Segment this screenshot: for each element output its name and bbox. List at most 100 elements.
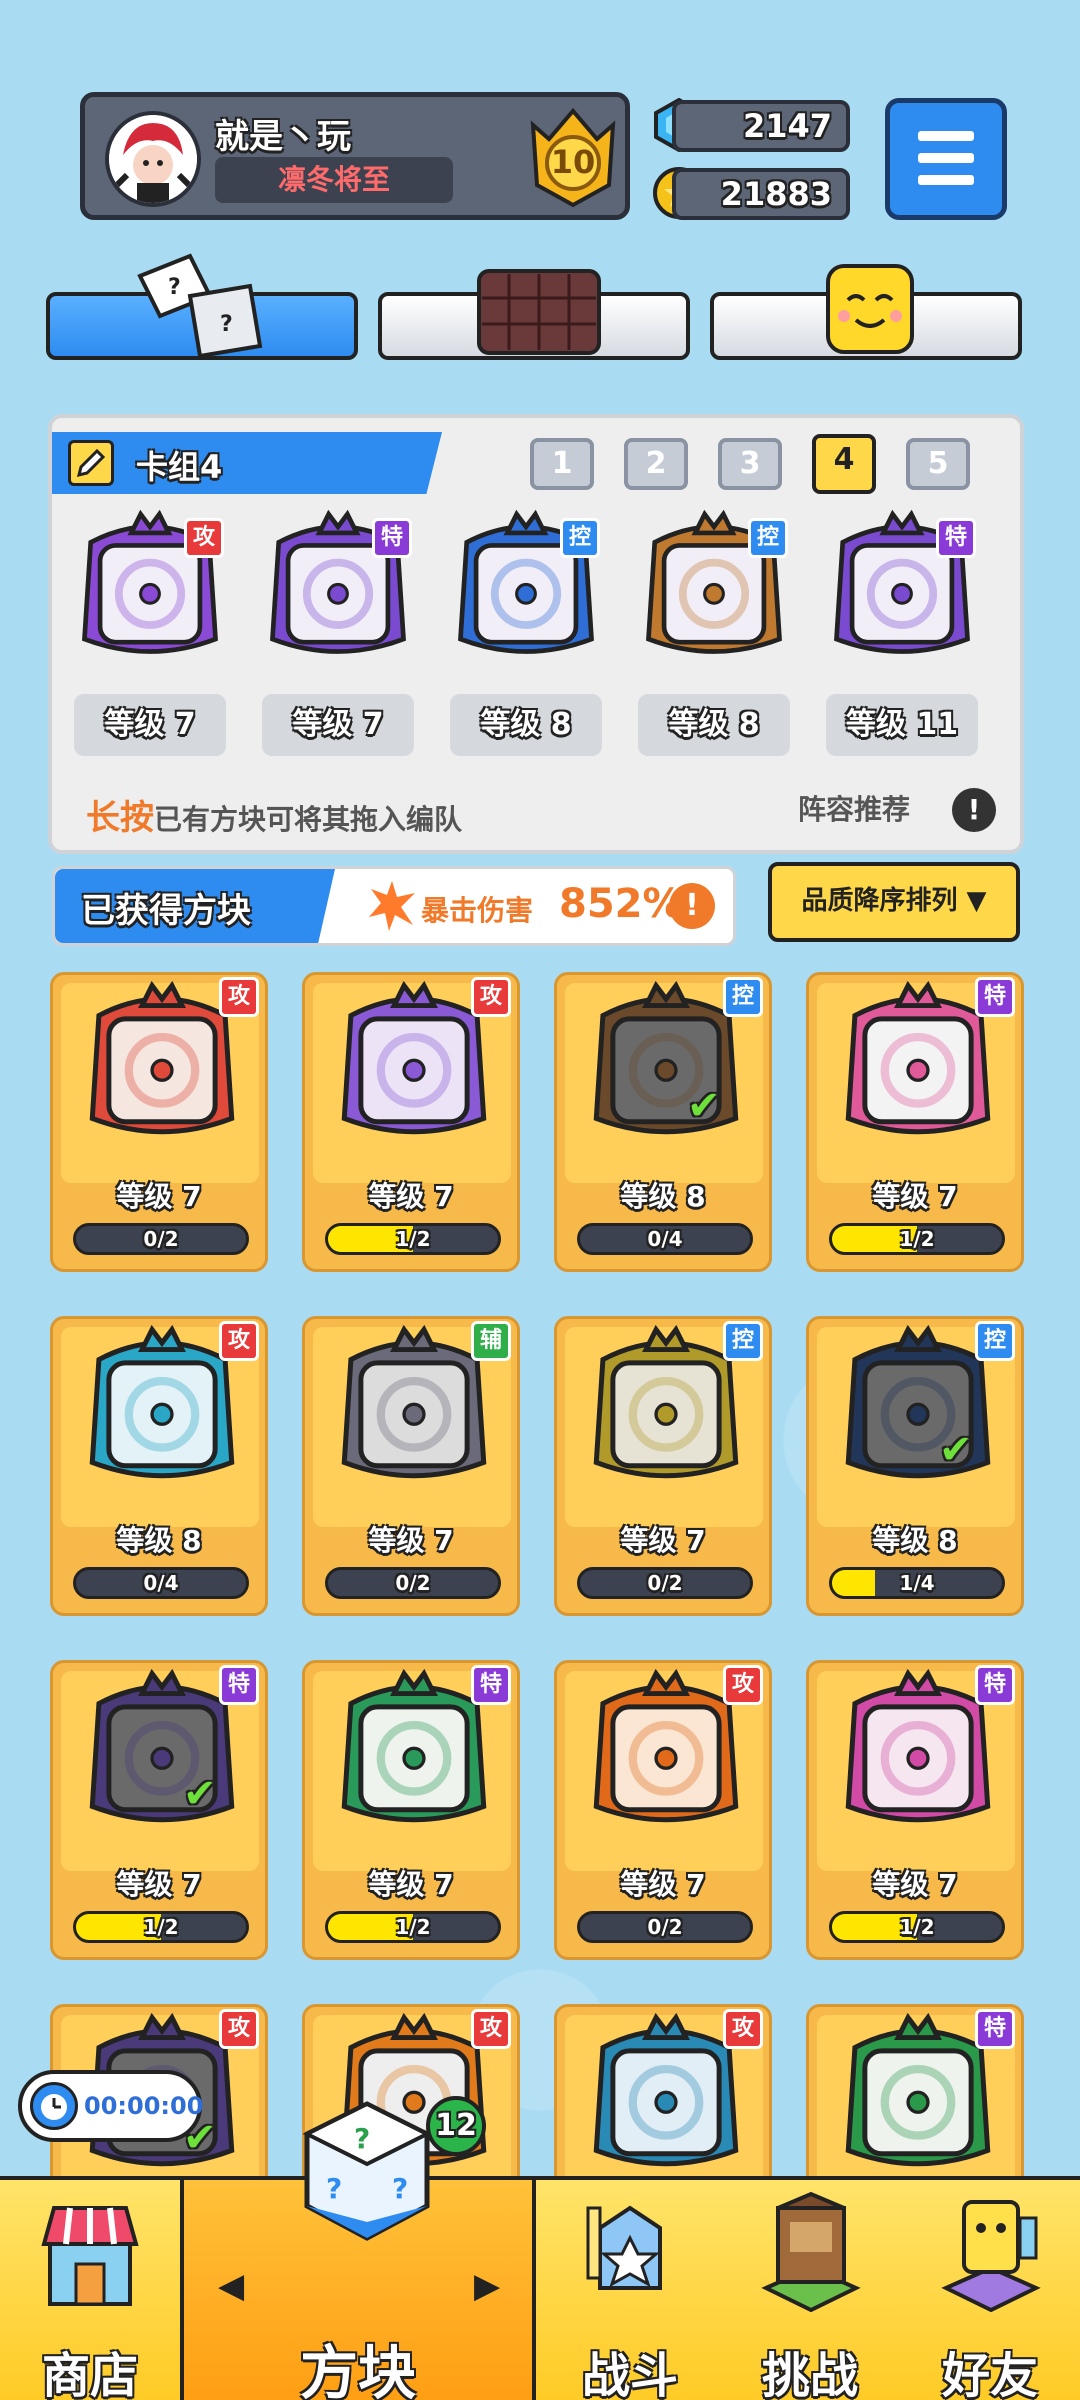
- owned-card-level: 等级 7: [368, 1868, 454, 1901]
- card-type-tag: 特: [372, 518, 412, 558]
- owned-card-level: 等级 8: [872, 1524, 958, 1557]
- timer-bubble[interactable]: 00:00:00: [18, 2070, 203, 2142]
- owned-card-level: 等级 7: [620, 1868, 706, 1901]
- owned-card-level: 等级 7: [116, 1180, 202, 1213]
- deck-card[interactable]: 控: [636, 508, 792, 664]
- in-deck-check-icon: ✔: [687, 1083, 721, 1129]
- info-icon: !: [952, 788, 996, 832]
- deck-card[interactable]: 特: [824, 508, 980, 664]
- deck-number-5[interactable]: 5: [906, 438, 970, 490]
- owned-card[interactable]: 特等级 7 1/2: [806, 972, 1024, 1272]
- battle-icon: [580, 2188, 680, 2308]
- stopwatch-icon: [30, 2082, 78, 2130]
- owned-card[interactable]: 攻等级 7 0/2: [50, 972, 268, 1272]
- nav-shop[interactable]: 商店: [0, 2180, 180, 2400]
- upgrade-progress-bar: 1/2: [325, 1223, 501, 1255]
- shop-icon: [40, 2194, 140, 2314]
- deck-card[interactable]: 特: [260, 508, 416, 664]
- deck-card-level: 等级 7: [74, 694, 226, 756]
- deck-card-level: 等级 7: [262, 694, 414, 756]
- deck-number-2[interactable]: 2: [624, 438, 688, 490]
- nav-friends-label: 好友: [941, 2348, 1038, 2400]
- owned-title-bar: 已获得方块: [55, 869, 335, 943]
- upgrade-progress-bar: 0/2: [325, 1567, 501, 1599]
- owned-card[interactable]: 控 ✔ 等级 8 1/4: [806, 1316, 1024, 1616]
- upgrade-progress-text: 0/2: [647, 1915, 683, 1939]
- coin-counter: 21883: [672, 168, 850, 220]
- owned-card[interactable]: 辅等级 7 0/2: [302, 1316, 520, 1616]
- card-type-tag: 攻: [471, 977, 511, 1017]
- upgrade-progress-bar: 1/2: [829, 1223, 1005, 1255]
- card-type-tag: 特: [471, 1665, 511, 1705]
- card-type-tag: 特: [975, 1665, 1015, 1705]
- deck-title-bar: 卡组4: [52, 432, 442, 494]
- board-icon: [476, 268, 602, 356]
- card-type-tag: 攻: [219, 2009, 259, 2049]
- upgrade-progress-text: 1/2: [395, 1915, 431, 1939]
- upgrade-progress-text: 0/2: [143, 1227, 179, 1251]
- svg-text:?: ?: [354, 2122, 370, 2155]
- lineup-recommend-button[interactable]: 阵容推荐 !: [798, 788, 998, 838]
- nav-challenge[interactable]: 挑战: [720, 2180, 900, 2400]
- left-arrow-icon[interactable]: ◀: [218, 2266, 244, 2306]
- player-profile-panel[interactable]: 就是丶玩 凛冬将至 10: [80, 92, 630, 220]
- owned-title: 已获得方块: [81, 891, 251, 931]
- deck-number-1[interactable]: 1: [530, 438, 594, 490]
- owned-card-level: 等级 7: [116, 1868, 202, 1901]
- upgrade-progress-text: 1/2: [899, 1915, 935, 1939]
- upgrade-progress-text: 0/2: [395, 1571, 431, 1595]
- upgrade-progress-text: 1/2: [395, 1227, 431, 1251]
- upgrade-progress-text: 0/2: [647, 1571, 683, 1595]
- owned-card[interactable]: 特 ✔ 等级 7 1/2: [50, 1660, 268, 1960]
- menu-button[interactable]: [885, 98, 1007, 220]
- card-type-tag: 特: [975, 977, 1015, 1017]
- owned-card[interactable]: 特等级 7 1/2: [302, 1660, 520, 1960]
- rank-badge[interactable]: 10: [525, 105, 621, 209]
- avatar[interactable]: [105, 111, 201, 207]
- bottom-nav: 商店 ◀ ▶ 方块 战斗 挑战 好友: [0, 2176, 1080, 2400]
- mystery-box-icon[interactable]: ? ? ?: [292, 2096, 442, 2246]
- card-type-tag: 攻: [723, 1665, 763, 1705]
- nav-battle[interactable]: 战斗: [540, 2180, 720, 2400]
- drag-hint-text: 已有方块可将其拖入编队: [154, 803, 463, 836]
- upgrade-progress-text: 0/4: [143, 1571, 179, 1595]
- owned-card[interactable]: 特等级 7 1/2: [806, 1660, 1024, 1960]
- challenge-icon: [756, 2188, 866, 2313]
- deck-number-3[interactable]: 3: [718, 438, 782, 490]
- deck-number-4[interactable]: 4: [812, 434, 876, 494]
- upgrade-progress-bar: 0/4: [73, 1567, 249, 1599]
- upgrade-progress-bar: 1/2: [829, 1911, 1005, 1943]
- svg-text:?: ?: [392, 2172, 408, 2205]
- blocks-badge: 12: [426, 2096, 486, 2156]
- card-type-tag: 控: [975, 1321, 1015, 1361]
- card-type-tag: 攻: [471, 2009, 511, 2049]
- deck-card[interactable]: 控: [448, 508, 604, 664]
- owned-stats-bar: 已获得方块 暴击伤害 852% !: [52, 866, 736, 946]
- upgrade-progress-text: 0/4: [647, 1227, 683, 1251]
- sort-button[interactable]: 品质降序排列 ▼: [768, 862, 1020, 942]
- owned-card-level: 等级 8: [620, 1180, 706, 1213]
- upgrade-progress-bar: 0/2: [73, 1223, 249, 1255]
- edit-icon[interactable]: [68, 440, 114, 486]
- deck-card[interactable]: 攻: [72, 508, 228, 664]
- nav-challenge-label: 挑战: [761, 2348, 858, 2400]
- owned-card[interactable]: 攻等级 7 1/2: [302, 972, 520, 1272]
- svg-text:?: ?: [168, 275, 181, 300]
- owned-card-level: 等级 8: [116, 1524, 202, 1557]
- owned-card[interactable]: 攻等级 8 0/4: [50, 1316, 268, 1616]
- owned-card[interactable]: 攻等级 7 0/2: [554, 1660, 772, 1960]
- nav-friends[interactable]: 好友: [900, 2180, 1080, 2400]
- lineup-recommend-label: 阵容推荐: [798, 793, 911, 826]
- owned-card[interactable]: 控 ✔ 等级 8 0/4: [554, 972, 772, 1272]
- deck-title: 卡组4: [136, 448, 223, 486]
- dice-icon: ? ?: [130, 246, 270, 366]
- upgrade-progress-bar: 0/4: [577, 1223, 753, 1255]
- crit-info-icon[interactable]: !: [669, 883, 715, 929]
- menu-icon: [918, 131, 974, 141]
- right-arrow-icon[interactable]: ▶: [474, 2266, 500, 2306]
- player-name: 就是丶玩: [215, 117, 351, 157]
- rank-level: 10: [550, 143, 596, 181]
- upgrade-progress-text: 1/2: [143, 1915, 179, 1939]
- owned-card-level: 等级 7: [872, 1868, 958, 1901]
- owned-card[interactable]: 控等级 7 0/2: [554, 1316, 772, 1616]
